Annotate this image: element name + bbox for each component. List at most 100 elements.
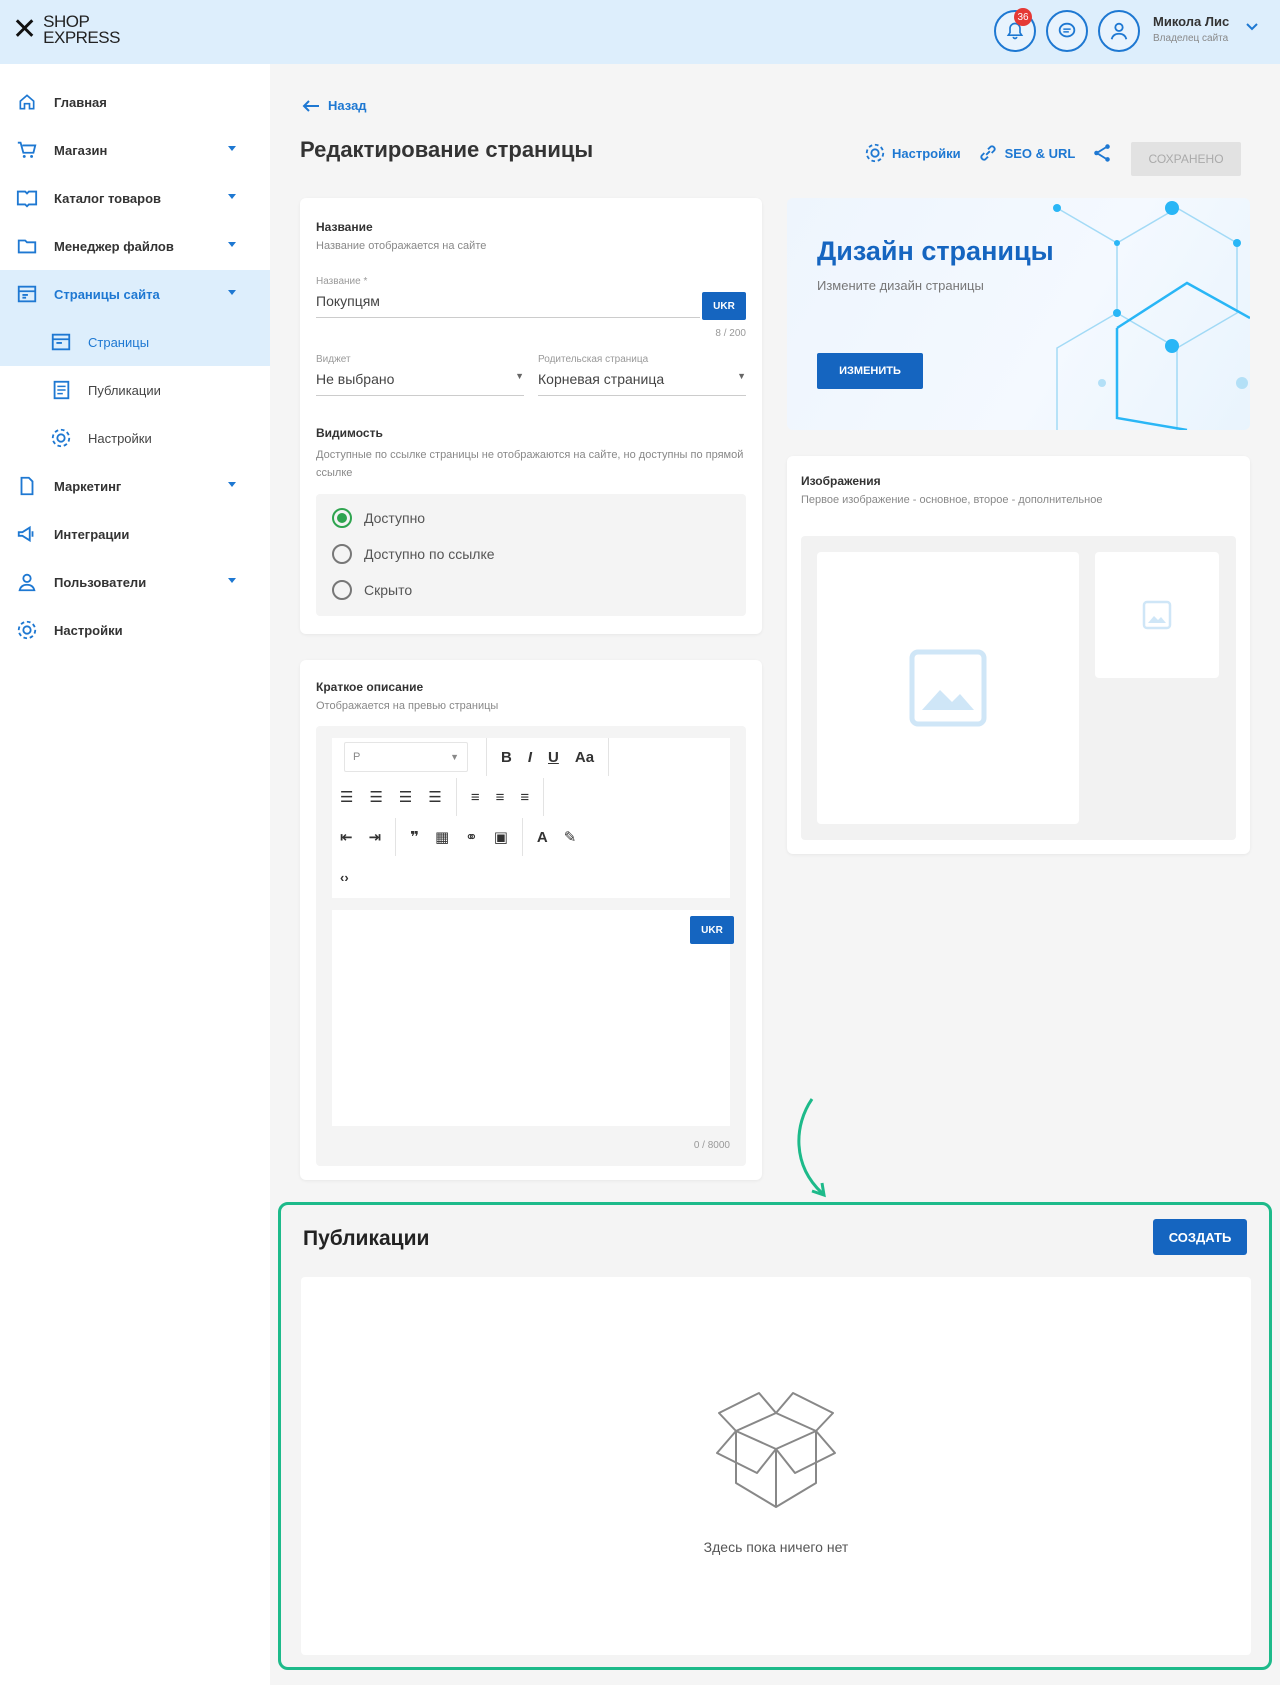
- caret-down-icon: [228, 290, 236, 295]
- create-publication-button[interactable]: СОЗДАТЬ: [1153, 1219, 1247, 1255]
- font-size-icon[interactable]: Aa: [575, 749, 594, 766]
- align-justify-icon[interactable]: ☰: [428, 788, 441, 806]
- align-right-icon[interactable]: ☰: [399, 788, 412, 806]
- editor-toolbar: P ▼ B I U Aa ☰ ☰ ☰ ☰ ≡ ≡ ≡ ⇤ ⇥ ❞ ▦ ⚭ ▣ A…: [332, 738, 730, 898]
- users-icon: [16, 571, 38, 593]
- parent-page-select[interactable]: Корневая страница ▼: [538, 365, 746, 396]
- notifications-button[interactable]: 36: [994, 8, 1036, 52]
- widget-select[interactable]: Не выбрано ▼: [316, 365, 524, 396]
- widget-label: Виджет: [316, 354, 351, 365]
- design-subtitle: Измените дизайн страницы: [817, 278, 984, 293]
- italic-button[interactable]: I: [528, 749, 532, 766]
- name-counter: 8 / 200: [715, 328, 746, 339]
- visibility-options: Доступно Доступно по ссылке Скрыто: [316, 494, 746, 616]
- widget-value: Не выбрано: [316, 371, 395, 387]
- sidebar-item-page-settings[interactable]: Настройки: [0, 414, 270, 462]
- marketing-icon: [16, 475, 38, 497]
- highlight-icon[interactable]: ✎: [564, 828, 577, 846]
- align-center-icon[interactable]: ☰: [369, 788, 382, 806]
- sidebar-item-users[interactable]: Пользователи: [0, 558, 270, 606]
- caret-down-icon: [228, 578, 236, 583]
- sidebar-item-site-pages[interactable]: Страницы сайта: [0, 270, 270, 318]
- align-left-icon[interactable]: ☰: [340, 788, 353, 806]
- table-icon[interactable]: ▦: [435, 828, 449, 846]
- sidebar-item-label: Страницы сайта: [54, 286, 160, 302]
- sidebar-item-label: Главная: [54, 94, 107, 110]
- settings-button[interactable]: Настройки: [864, 142, 961, 164]
- description-editor-area[interactable]: [332, 910, 730, 1126]
- sidebar-item-catalog[interactable]: Каталог товаров: [0, 174, 270, 222]
- sidebar-item-label: Настройки: [54, 622, 123, 638]
- description-title: Краткое описание: [316, 680, 424, 694]
- user-icon: [1110, 22, 1128, 40]
- name-card: Название Название отображается на сайте …: [300, 198, 762, 634]
- image-icon[interactable]: ▣: [494, 828, 508, 846]
- sidebar-item-home[interactable]: Главная: [0, 78, 270, 126]
- outdent-icon[interactable]: ⇤: [340, 828, 353, 846]
- description-language-button[interactable]: UKR: [690, 916, 734, 944]
- home-icon: [16, 91, 38, 113]
- name-input[interactable]: Покупцям: [316, 287, 700, 318]
- arrow-left-icon: [302, 99, 319, 112]
- option-label: Доступно по ссылке: [364, 546, 495, 562]
- underline-button[interactable]: U: [548, 749, 559, 766]
- caret-down-icon: [228, 194, 236, 199]
- design-title: Дизайн страницы: [817, 236, 1054, 266]
- sidebar-item-file-manager[interactable]: Менеджер файлов: [0, 222, 270, 270]
- gear-icon: [16, 619, 38, 641]
- code-view-icon[interactable]: ‹›: [340, 870, 349, 885]
- share-button[interactable]: [1091, 142, 1113, 164]
- radio-selected-icon: [332, 508, 352, 528]
- chevron-down-icon[interactable]: [1245, 22, 1259, 32]
- profile-button[interactable]: [1098, 10, 1140, 52]
- sidebar-item-label: Публикации: [88, 382, 161, 398]
- extra-image-slot[interactable]: [1095, 552, 1219, 678]
- change-design-button[interactable]: ИЗМЕНИТЬ: [817, 353, 923, 389]
- sidebar-item-label: Страницы: [88, 334, 150, 350]
- sidebar-item-pages[interactable]: Страницы: [0, 318, 270, 366]
- sidebar-item-integrations[interactable]: Интеграции: [0, 510, 270, 558]
- publications-empty-state: Здесь пока ничего нет: [301, 1277, 1251, 1655]
- visibility-option-hidden[interactable]: Скрыто: [316, 572, 746, 608]
- format-value: P: [353, 751, 361, 763]
- images-dropzone: [801, 536, 1236, 840]
- visibility-option-by-link[interactable]: Доступно по ссылке: [316, 536, 746, 572]
- name-language-button[interactable]: UKR: [702, 292, 746, 320]
- rich-text-editor: P ▼ B I U Aa ☰ ☰ ☰ ☰ ≡ ≡ ≡ ⇤ ⇥ ❞ ▦ ⚭ ▣ A…: [316, 726, 746, 1166]
- user-info[interactable]: Микола Лис Владелец сайта: [1153, 14, 1229, 44]
- bold-button[interactable]: B: [501, 749, 512, 766]
- parent-page-label: Родительская страница: [538, 354, 649, 365]
- sidebar-item-marketing[interactable]: Маркетинг: [0, 462, 270, 510]
- indent-icon[interactable]: ⇥: [369, 828, 382, 846]
- sidebar-item-shop[interactable]: Магазин: [0, 126, 270, 174]
- quote-icon[interactable]: ❞: [410, 828, 419, 846]
- sidebar-item-settings[interactable]: Настройки: [0, 606, 270, 654]
- megaphone-icon: [16, 523, 38, 545]
- dropdown-caret-icon: ▼: [515, 371, 524, 381]
- logo[interactable]: ✕ SHOP EXPRESS: [12, 13, 120, 46]
- saved-button[interactable]: СОХРАНЕНО: [1131, 142, 1241, 176]
- visibility-option-available[interactable]: Доступно: [316, 500, 746, 536]
- name-section-title: Название: [316, 220, 373, 234]
- name-section-subtitle: Название отображается на сайте: [316, 240, 487, 252]
- messages-button[interactable]: [1046, 10, 1088, 52]
- caret-down-icon: [228, 146, 236, 151]
- back-link[interactable]: Назад: [302, 98, 367, 113]
- line-height-icon[interactable]: ≡: [520, 789, 529, 806]
- sidebar-item-label: Маркетинг: [54, 478, 122, 494]
- visibility-title: Видимость: [316, 426, 383, 440]
- sidebar-item-label: Менеджер файлов: [54, 238, 174, 254]
- main-image-slot[interactable]: [817, 552, 1079, 824]
- link-icon[interactable]: ⚭: [465, 828, 478, 846]
- dropdown-caret-icon: ▼: [737, 371, 746, 381]
- bullet-list-icon[interactable]: ≡: [471, 789, 480, 806]
- gear-icon: [50, 427, 72, 449]
- sidebar-item-label: Каталог товаров: [54, 190, 162, 206]
- format-select[interactable]: P ▼: [344, 742, 468, 772]
- text-color-icon[interactable]: A: [537, 829, 548, 846]
- images-title: Изображения: [801, 474, 881, 488]
- numbered-list-icon[interactable]: ≡: [496, 789, 505, 806]
- seo-url-button[interactable]: SEO & URL: [977, 142, 1075, 164]
- empty-box-icon: [716, 1392, 836, 1508]
- sidebar-item-publications[interactable]: Публикации: [0, 366, 270, 414]
